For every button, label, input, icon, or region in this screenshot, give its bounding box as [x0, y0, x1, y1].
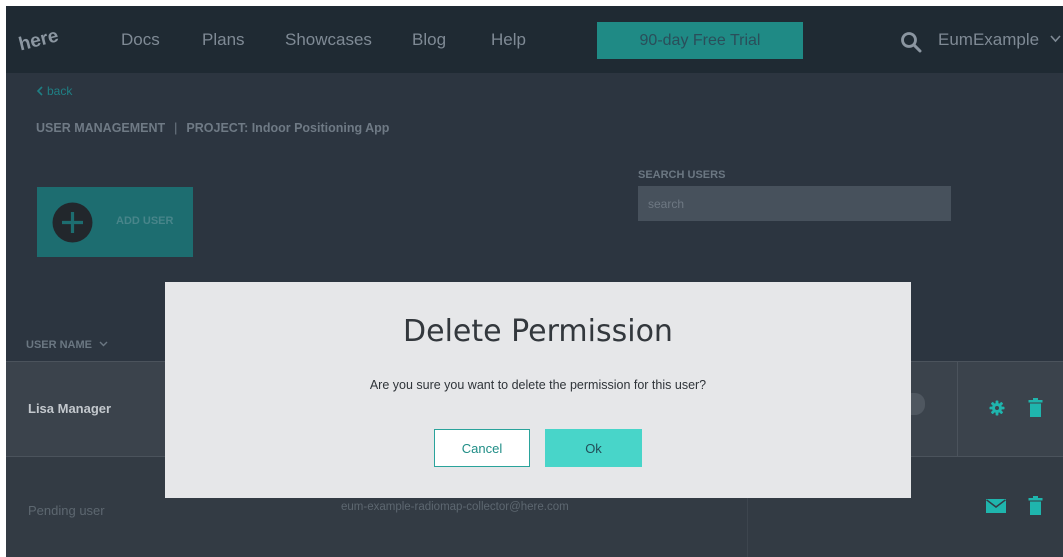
ok-button[interactable]: Ok: [545, 429, 642, 467]
user-name-cell: Lisa Manager: [28, 401, 112, 416]
column-divider: [957, 362, 958, 456]
breadcrumb: USER MANAGEMENT | PROJECT: Indoor Position…: [36, 121, 389, 135]
search-icon[interactable]: [900, 31, 922, 53]
nav-link-showcases[interactable]: Showcases: [285, 30, 372, 50]
mail-icon[interactable]: [986, 499, 1006, 513]
breadcrumb-project: PROJECT: Indoor Positioning App: [186, 121, 390, 135]
back-link[interactable]: back: [36, 84, 72, 98]
trash-icon[interactable]: [1028, 496, 1043, 515]
svg-text:here: here: [17, 25, 60, 54]
chevron-down-icon: [99, 341, 108, 347]
user-name: EumExample: [938, 30, 1040, 49]
column-header-label: USER NAME: [26, 339, 93, 351]
chevron-down-icon: [1050, 35, 1061, 43]
column-header-user-name[interactable]: USER NAME: [26, 339, 108, 351]
delete-permission-dialog: Delete Permission Are you sure you want …: [165, 282, 911, 498]
nav-link-blog[interactable]: Blog: [412, 30, 446, 50]
cancel-button[interactable]: Cancel: [434, 429, 530, 467]
user-email-cell: eum-example-radiomap-collector@here.com: [341, 501, 569, 513]
search-input[interactable]: [638, 186, 951, 221]
top-navigation: here Docs Plans Showcases Blog Help 90-d…: [6, 6, 1063, 73]
nav-link-plans[interactable]: Plans: [202, 30, 245, 50]
search-users-label: SEARCH USERS: [638, 169, 726, 181]
add-user-label: ADD USER: [116, 215, 174, 227]
plus-circle-icon: [52, 202, 93, 243]
trash-icon[interactable]: [1028, 398, 1043, 417]
breadcrumb-section: USER MANAGEMENT: [36, 121, 166, 135]
user-name-cell: Pending user: [28, 503, 105, 518]
user-menu[interactable]: EumExample: [938, 30, 1061, 50]
nav-link-docs[interactable]: Docs: [121, 30, 160, 50]
here-logo[interactable]: here: [16, 22, 60, 54]
back-label: back: [47, 84, 73, 98]
app-frame: here Docs Plans Showcases Blog Help 90-d…: [6, 6, 1063, 557]
gear-icon[interactable]: [989, 400, 1005, 416]
dialog-message: Are you sure you want to delete the perm…: [369, 378, 707, 392]
chevron-left-icon: [36, 86, 43, 96]
free-trial-button[interactable]: 90-day Free Trial: [597, 22, 803, 59]
add-user-button[interactable]: ADD USER: [37, 187, 193, 257]
breadcrumb-separator: |: [174, 121, 178, 135]
nav-link-help[interactable]: Help: [491, 30, 526, 50]
dialog-title: Delete Permission: [403, 314, 673, 349]
